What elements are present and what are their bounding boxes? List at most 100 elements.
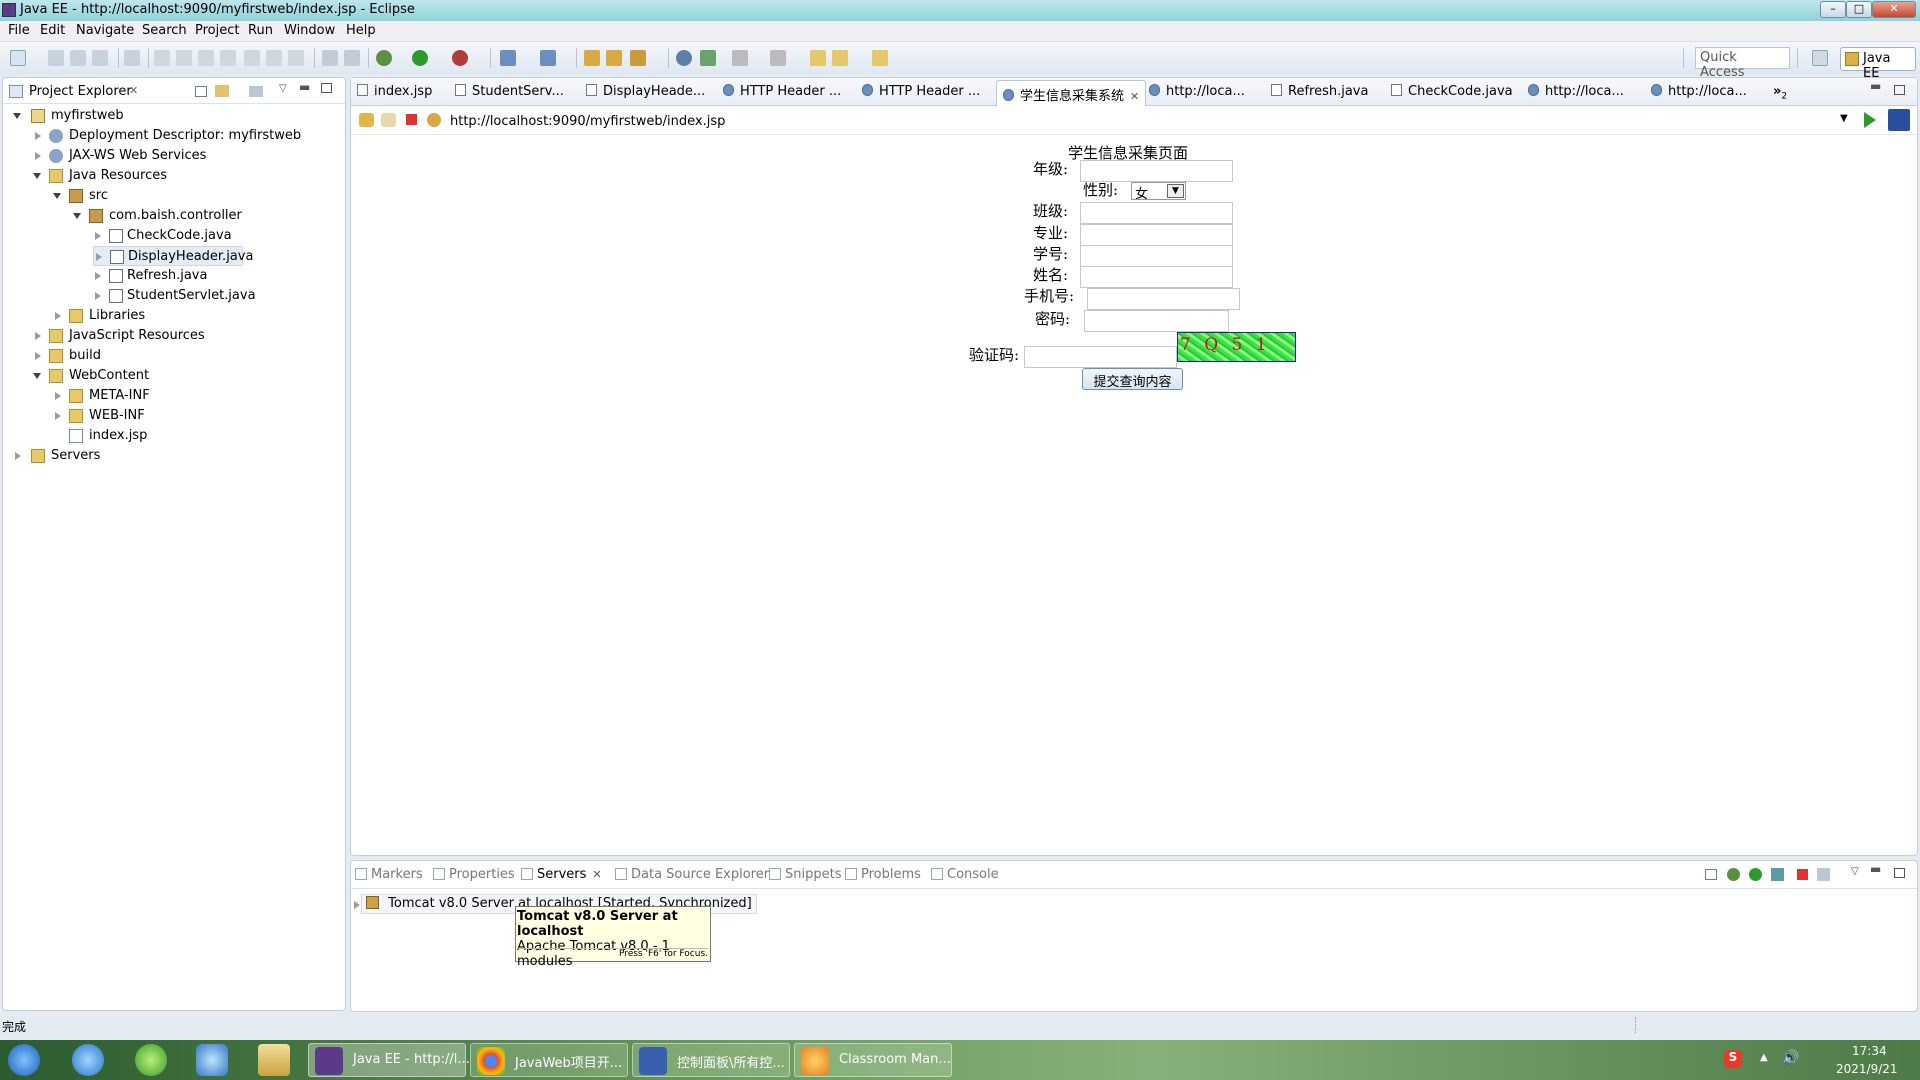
refresh-icon[interactable] xyxy=(427,113,441,127)
project-explorer-title[interactable]: Project Explorer xyxy=(29,84,132,99)
go-icon[interactable] xyxy=(1864,112,1876,128)
open-folder-icon[interactable] xyxy=(606,50,622,66)
debug-icon[interactable] xyxy=(376,50,392,66)
maximize-button[interactable]: □ xyxy=(1846,1,1872,18)
maximize-view-icon[interactable] xyxy=(321,83,332,93)
next-annotation-icon[interactable] xyxy=(732,50,748,66)
show-hidden-icons-icon[interactable]: ▲ xyxy=(1760,1052,1768,1063)
terminate-icon[interactable] xyxy=(198,50,214,66)
task-control-panel[interactable]: 控制面板\所有控... xyxy=(632,1043,790,1077)
student-id-input[interactable] xyxy=(1080,245,1233,267)
filter-icon[interactable] xyxy=(249,86,263,97)
volume-icon[interactable]: 🔊 xyxy=(1782,1050,1799,1066)
profile-server-icon[interactable] xyxy=(1771,868,1784,881)
collapse-all-icon[interactable] xyxy=(195,86,207,97)
browser-360-icon[interactable] xyxy=(135,1044,167,1076)
tab-properties[interactable]: Properties xyxy=(433,867,515,882)
clock-date[interactable]: 2021/9/21 xyxy=(1836,1062,1898,1076)
forward-icon[interactable] xyxy=(381,113,396,127)
search-tool-icon[interactable] xyxy=(630,50,646,66)
debug-server-icon[interactable] xyxy=(1727,868,1740,881)
tree-item-displayheader-java[interactable]: DisplayHeader.java xyxy=(93,246,253,266)
close-icon[interactable]: ✕ xyxy=(129,84,138,97)
start-button-icon[interactable] xyxy=(8,1044,40,1076)
editor-tab-checkcode-java[interactable]: CheckCode.java xyxy=(1391,84,1513,99)
task-eclipse[interactable]: Java EE - http://l... xyxy=(308,1043,470,1077)
editor-tab-displayheader[interactable]: DisplayHeade... xyxy=(586,84,705,99)
new-icon[interactable] xyxy=(10,50,26,66)
clock-time[interactable]: 17:34 xyxy=(1852,1044,1887,1058)
disconnect-icon[interactable] xyxy=(220,50,236,66)
menu-help[interactable]: Help xyxy=(346,23,376,38)
tab-snippets[interactable]: Snippets xyxy=(769,867,841,882)
menu-run[interactable]: Run xyxy=(248,23,273,38)
editor-tab-index-jsp[interactable]: index.jsp xyxy=(357,84,432,99)
menu-file[interactable]: File xyxy=(8,23,30,38)
minimize-button[interactable]: – xyxy=(1820,1,1846,18)
network-app-icon[interactable] xyxy=(196,1044,228,1076)
block-select-icon[interactable] xyxy=(344,50,360,66)
name-input[interactable] xyxy=(1080,266,1233,288)
close-tab-icon[interactable]: ✕ xyxy=(1130,90,1139,103)
print-icon[interactable] xyxy=(92,50,108,66)
forward-icon[interactable] xyxy=(872,50,888,66)
step-over-icon[interactable] xyxy=(266,50,282,66)
maximize-view-icon[interactable] xyxy=(1894,868,1905,878)
close-window-button[interactable]: ✕ xyxy=(1872,1,1916,18)
submit-button[interactable]: 提交查询内容 xyxy=(1082,368,1183,390)
save-icon[interactable] xyxy=(48,50,64,66)
menu-project[interactable]: Project xyxy=(195,23,239,38)
tab-data-source-explorer[interactable]: Data Source Explorer xyxy=(615,867,769,882)
quick-access-field[interactable]: Quick Access xyxy=(1695,47,1790,80)
url-input[interactable] xyxy=(450,111,1836,131)
editor-tab-refresh-java[interactable]: Refresh.java xyxy=(1271,84,1368,99)
close-icon[interactable]: ✕ xyxy=(592,868,601,881)
tab-markers[interactable]: Markers xyxy=(355,867,423,882)
editor-tab-localhost-3[interactable]: http://loca... xyxy=(1651,84,1747,99)
tab-servers[interactable]: Servers ✕ xyxy=(521,867,602,882)
tab-console[interactable]: Console xyxy=(931,867,999,882)
new-server-icon[interactable] xyxy=(500,50,516,66)
menu-search[interactable]: Search xyxy=(142,23,187,38)
open-perspective-icon[interactable] xyxy=(1812,50,1828,66)
skip-breakpoints-icon[interactable] xyxy=(124,50,140,66)
major-input[interactable] xyxy=(1080,224,1233,246)
file-explorer-icon[interactable] xyxy=(258,1044,290,1076)
start-server-icon[interactable] xyxy=(1749,868,1762,881)
run-external-tools-icon[interactable] xyxy=(452,50,468,66)
run-icon[interactable] xyxy=(412,50,428,66)
last-edit-icon[interactable] xyxy=(810,50,826,66)
new-web-icon[interactable] xyxy=(540,50,556,66)
menu-navigate[interactable]: Navigate xyxy=(76,23,134,38)
sogou-input-icon[interactable]: S xyxy=(1724,1050,1742,1068)
view-menu-icon[interactable]: ▽ xyxy=(279,83,287,94)
menu-edit[interactable]: Edit xyxy=(40,23,65,38)
more-tabs-button[interactable]: »2 xyxy=(1773,84,1787,102)
pin-editor-icon[interactable] xyxy=(700,50,716,66)
minimize-view-icon[interactable]: ▬ xyxy=(299,80,310,94)
link-with-editor-icon[interactable] xyxy=(215,85,229,97)
browser-icon[interactable] xyxy=(676,50,692,66)
gender-select[interactable]: 女 ▼ xyxy=(1131,182,1186,202)
java-ee-perspective-button[interactable]: Java EE xyxy=(1840,47,1916,81)
phone-input[interactable] xyxy=(1087,288,1240,310)
back-icon[interactable] xyxy=(359,113,374,127)
open-in-external-browser-icon[interactable] xyxy=(1888,109,1910,131)
back-icon[interactable] xyxy=(832,50,848,66)
password-input[interactable] xyxy=(1084,310,1229,332)
publish-icon[interactable] xyxy=(1817,868,1830,881)
editor-tab-localhost-2[interactable]: http://loca... xyxy=(1528,84,1624,99)
minimize-editor-icon[interactable]: ▬ xyxy=(1870,79,1881,93)
captcha-input[interactable] xyxy=(1024,346,1177,368)
stop-server-icon[interactable] xyxy=(1797,869,1808,880)
resume-icon[interactable] xyxy=(154,50,170,66)
open-type-icon[interactable] xyxy=(584,50,600,66)
view-menu-icon[interactable]: ▽ xyxy=(1851,866,1859,877)
word-wrap-icon[interactable] xyxy=(322,50,338,66)
editor-tab-http-header-1[interactable]: HTTP Header ... xyxy=(723,84,841,99)
step-into-icon[interactable] xyxy=(244,50,260,66)
editor-tab-studentservlet[interactable]: StudentServ... xyxy=(455,84,564,99)
prev-annotation-icon[interactable] xyxy=(770,50,786,66)
internet-explorer-icon[interactable] xyxy=(72,1044,104,1076)
class-input[interactable] xyxy=(1080,202,1233,224)
